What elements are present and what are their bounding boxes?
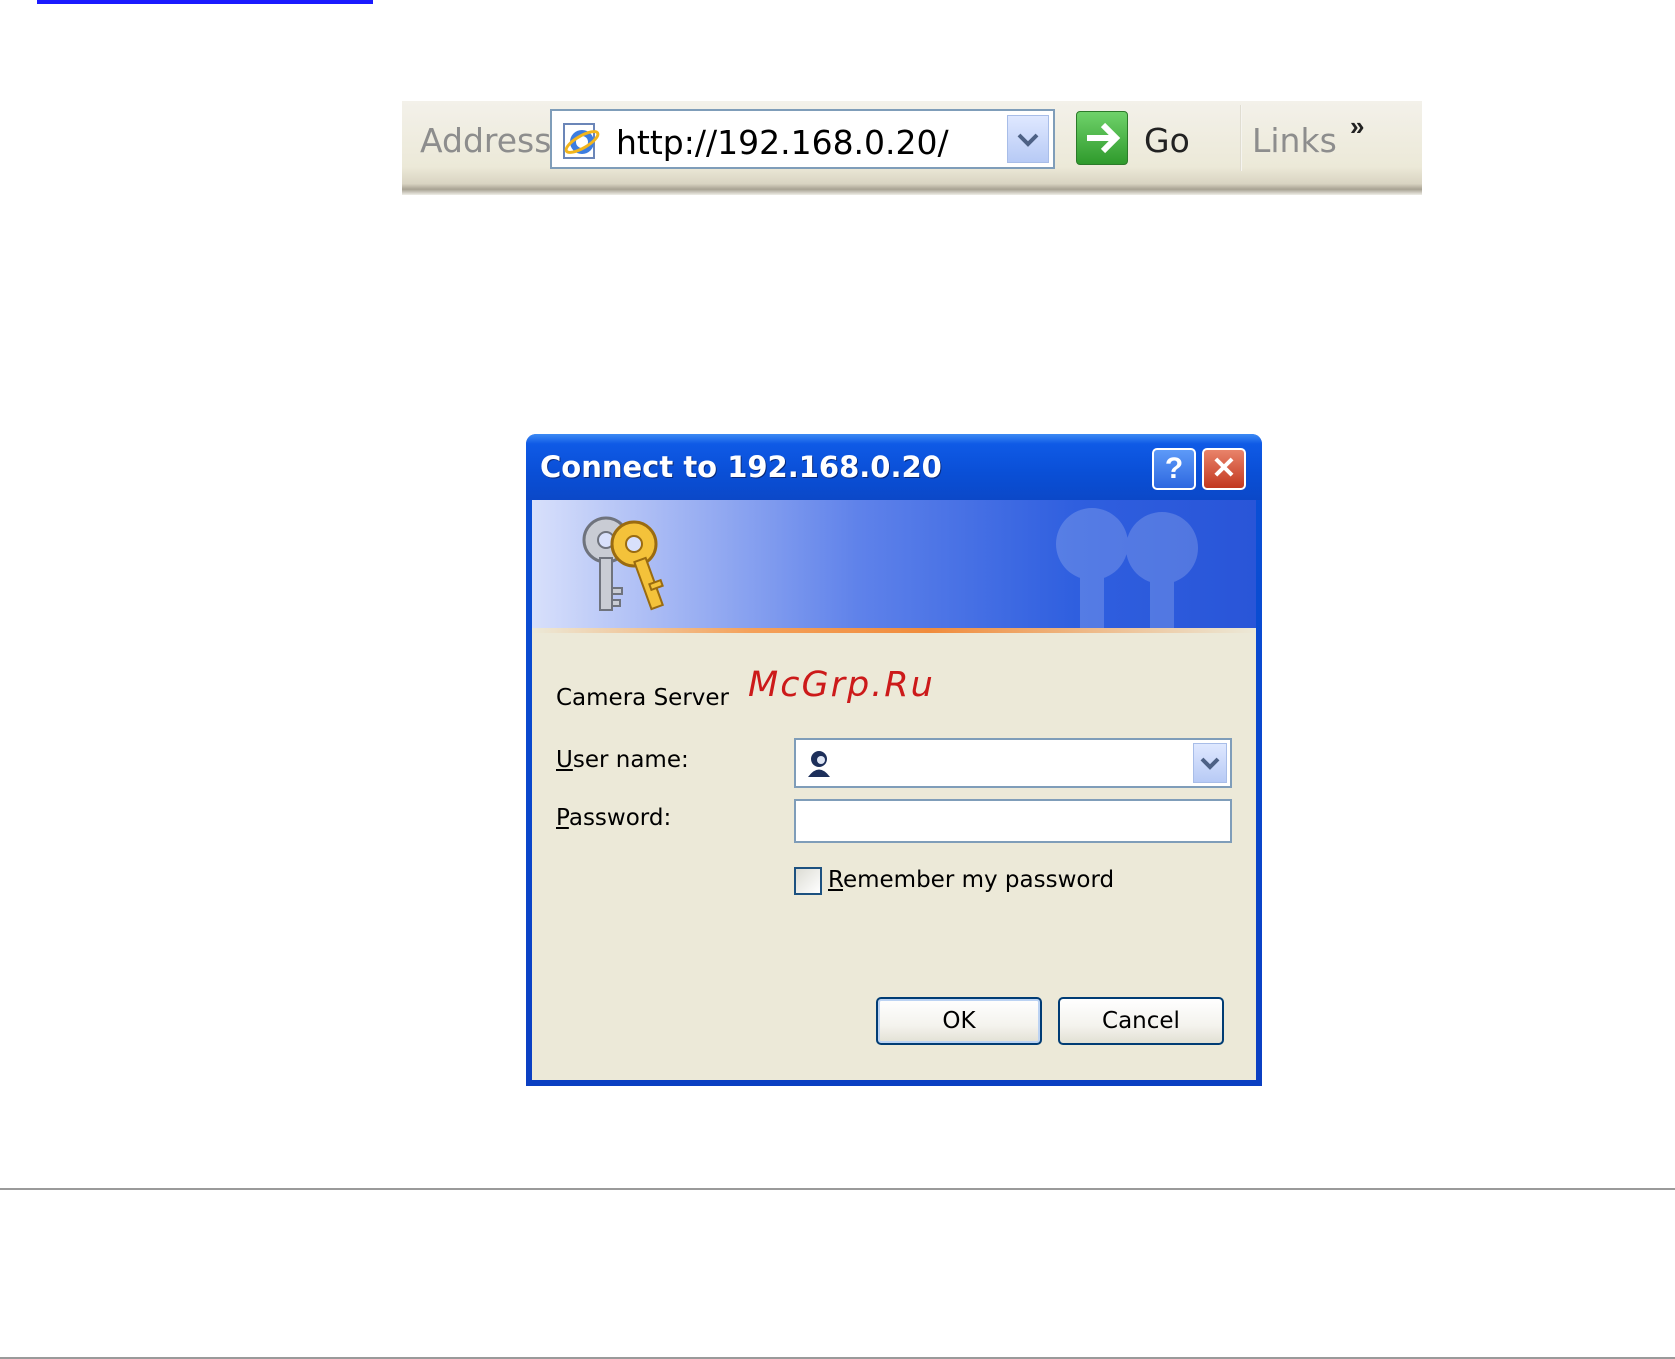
horizontal-rule <box>0 1188 1675 1190</box>
username-dropdown-button[interactable] <box>1193 743 1227 783</box>
address-input[interactable]: http://192.168.0.20/ <box>550 109 1055 169</box>
dialog-title: Connect to 192.168.0.20 <box>540 450 942 484</box>
address-label: Address <box>420 121 552 160</box>
keys-watermark-icon <box>1056 508 1198 628</box>
help-button[interactable]: ? <box>1152 448 1196 490</box>
go-arrow-icon[interactable] <box>1076 111 1128 165</box>
ok-button[interactable]: OK <box>876 997 1042 1045</box>
login-dialog: Connect to 192.168.0.20 ? ✕ Camera Serve… <box>526 434 1262 1086</box>
go-button-label[interactable]: Go <box>1144 121 1190 160</box>
chevron-down-icon <box>1200 757 1220 770</box>
remember-password-label[interactable]: Remember my password <box>828 867 1114 893</box>
password-field[interactable] <box>794 799 1232 843</box>
dialog-banner <box>532 500 1256 628</box>
top-link-underline <box>37 0 373 4</box>
address-url: http://192.168.0.20/ <box>616 123 949 162</box>
toolbar-overflow-chevron[interactable]: » <box>1350 111 1364 142</box>
close-button[interactable]: ✕ <box>1202 448 1246 490</box>
arrow-right-icon <box>1087 122 1121 154</box>
dialog-titlebar[interactable]: Connect to 192.168.0.20 ? ✕ <box>526 434 1262 500</box>
address-dropdown-button[interactable] <box>1007 115 1049 163</box>
realm-text: Camera Server <box>556 685 729 711</box>
keys-icon <box>582 516 665 611</box>
cancel-button[interactable]: Cancel <box>1058 997 1224 1045</box>
dialog-body: Camera Server McGrp.Ru User name: Passwo… <box>532 633 1256 1080</box>
username-label: User name: <box>556 747 689 773</box>
password-label: Password: <box>556 805 672 831</box>
toolbar-separator <box>1240 105 1242 171</box>
user-icon <box>808 751 830 777</box>
watermark-text: McGrp.Ru <box>748 665 935 705</box>
links-button[interactable]: Links <box>1252 121 1337 160</box>
address-bar: Address http://192.168.0.20/ Go Links » <box>402 101 1422 195</box>
chevron-down-icon <box>1017 133 1039 147</box>
ie-page-icon <box>563 123 600 159</box>
username-combobox[interactable] <box>794 738 1232 788</box>
remember-password-checkbox[interactable] <box>794 867 822 895</box>
